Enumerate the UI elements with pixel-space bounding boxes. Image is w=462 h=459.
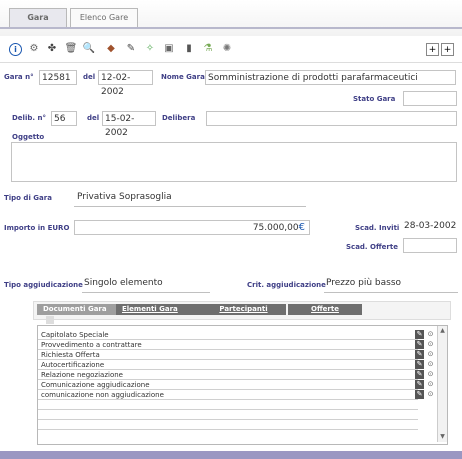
scad-inviti-value[interactable]: 28-03-2002	[404, 221, 456, 231]
document-name: Provvedimento a contrattare	[41, 341, 142, 349]
table-row[interactable]: Provvedimento a contrattare	[38, 340, 418, 350]
document-edit-icon[interactable]: ✎	[415, 360, 424, 369]
documents-table: Capitolato Speciale Provvedimento a cont…	[37, 325, 448, 445]
gear-icon[interactable]: ⚙	[27, 42, 41, 56]
tipo-gara-underline	[74, 206, 306, 207]
footer-bar	[0, 451, 462, 459]
crit-aggiud-value[interactable]: Prezzo più basso	[326, 278, 401, 288]
search-icon[interactable]: 🔍	[82, 42, 96, 56]
tab-documenti-gara[interactable]: Documenti Gara	[37, 304, 116, 324]
tipo-aggiud-value[interactable]: Singolo elemento	[84, 278, 163, 288]
oggetto-textarea[interactable]	[11, 142, 457, 182]
tab-label: Gara	[27, 13, 49, 22]
gara-no-label: Gara n°	[4, 73, 34, 81]
scad-inviti-label: Scad. Inviti	[355, 224, 400, 232]
document-view-icon[interactable]: ⊙	[426, 390, 435, 399]
tab-offerte[interactable]: Offerte	[288, 304, 362, 315]
nome-gara-field[interactable]: Somministrazione di prodotti parafarmace…	[205, 70, 456, 85]
scroll-down-icon[interactable]: ▼	[438, 432, 447, 441]
tab-label: Partecipanti	[219, 305, 268, 313]
tab-partecipanti[interactable]: Partecipanti	[201, 304, 286, 315]
document-view-icon[interactable]: ⊙	[426, 340, 435, 349]
tipo-gara-value[interactable]: Privativa Soprasoglia	[77, 192, 172, 202]
table-row[interactable]: Capitolato Speciale	[38, 330, 418, 340]
importo-value: 75.000,00	[252, 223, 299, 233]
document-view-icon[interactable]: ⊙	[426, 380, 435, 389]
tipo-gara-label: Tipo di Gara	[4, 194, 52, 202]
settings-icon[interactable]: ✺	[220, 42, 234, 56]
tab-elementi-gara[interactable]: Elementi Gara	[116, 304, 201, 315]
tab-gara[interactable]: Gara	[9, 8, 67, 27]
table-row[interactable]: Relazione negoziazione	[38, 370, 418, 380]
battery-icon[interactable]: ▮	[182, 42, 196, 56]
document-name: Richiesta Offerta	[41, 351, 100, 359]
box-icon[interactable]: ◆	[104, 42, 118, 56]
document-name: Comunicazione aggiudicazione	[41, 381, 150, 389]
toolbar: i ⚙ ✤ 🗑 🔍 ◆ ✎ ✧ ▣ ▮ ⚗ ✺ + +	[0, 38, 462, 63]
importo-field[interactable]: 75.000,00€	[74, 220, 310, 235]
delib-no-field[interactable]: 56	[51, 111, 77, 126]
tab-underline	[0, 27, 462, 29]
cube-icon[interactable]: ▣	[162, 42, 176, 56]
trash-icon[interactable]: 🗑	[64, 42, 78, 56]
document-name: Autocertificazione	[41, 361, 105, 369]
document-name: Capitolato Speciale	[41, 331, 109, 339]
tipo-aggiud-underline	[82, 292, 210, 293]
document-name: Relazione negoziazione	[41, 371, 123, 379]
table-row[interactable]: Richiesta Offerta	[38, 350, 418, 360]
info-icon[interactable]: i	[9, 43, 22, 56]
delib-no-label: Delib. n°	[12, 114, 46, 122]
tab-label: Elementi Gara	[122, 305, 178, 313]
table-row[interactable]: Comunicazione aggiudicazione	[38, 380, 418, 390]
delibera-label: Delibera	[162, 114, 196, 122]
delib-date-label: del	[87, 114, 100, 122]
expand-button[interactable]: +	[426, 43, 439, 56]
stato-gara-field[interactable]	[403, 91, 457, 106]
flask-icon[interactable]: ⚗	[201, 42, 215, 56]
nome-gara-label: Nome Gara	[161, 73, 205, 81]
tab-close-icon	[46, 316, 54, 324]
document-edit-icon[interactable]: ✎	[415, 330, 424, 339]
importo-label: Importo in EURO	[4, 224, 70, 232]
document-view-icon[interactable]: ⊙	[426, 360, 435, 369]
document-view-icon[interactable]: ⊙	[426, 330, 435, 339]
delib-date-field[interactable]: 15-02-2002	[102, 111, 156, 138]
tools-icon[interactable]: ✎	[124, 42, 138, 56]
scroll-up-icon[interactable]: ▲	[438, 326, 447, 335]
table-row-empty	[38, 410, 418, 420]
document-edit-icon[interactable]: ✎	[415, 350, 424, 359]
table-scrollbar[interactable]: ▲ ▼	[437, 326, 447, 442]
scad-offerte-field[interactable]	[403, 238, 457, 253]
euro-icon: €	[298, 222, 305, 233]
scad-offerte-label: Scad. Offerte	[346, 243, 398, 251]
crit-aggiud-underline	[324, 292, 458, 293]
document-name: comunicazione non aggiudicazione	[41, 391, 164, 399]
gara-date-label: del	[83, 73, 96, 81]
gara-date-field[interactable]: 12-02-2002	[98, 70, 153, 97]
document-edit-icon[interactable]: ✎	[415, 340, 424, 349]
tab-elenco-gare[interactable]: Elenco Gare	[70, 8, 138, 27]
table-row-empty	[38, 420, 418, 430]
crit-aggiud-label: Crit. aggiudicazione	[247, 281, 326, 289]
tab-label: Offerte	[311, 305, 339, 313]
table-row[interactable]: Autocertificazione	[38, 360, 418, 370]
table-row-empty	[38, 400, 418, 410]
delibera-field[interactable]	[206, 111, 457, 126]
wrench-icon[interactable]: ✧	[143, 42, 157, 56]
gara-no-field[interactable]: 12581	[39, 70, 77, 85]
tipo-aggiud-label: Tipo aggiudicazione	[4, 281, 83, 289]
document-view-icon[interactable]: ⊙	[426, 350, 435, 359]
add-button[interactable]: +	[441, 43, 454, 56]
document-edit-icon[interactable]: ✎	[415, 380, 424, 389]
document-view-icon[interactable]: ⊙	[426, 370, 435, 379]
tab-label: Documenti Gara	[43, 305, 107, 313]
puzzle-icon[interactable]: ✤	[45, 42, 59, 56]
document-edit-icon[interactable]: ✎	[415, 390, 424, 399]
table-row[interactable]: comunicazione non aggiudicazione	[38, 390, 418, 400]
document-edit-icon[interactable]: ✎	[415, 370, 424, 379]
stato-gara-label: Stato Gara	[353, 95, 396, 103]
tab-label: Elenco Gare	[79, 13, 129, 22]
oggetto-label: Oggetto	[12, 133, 45, 141]
